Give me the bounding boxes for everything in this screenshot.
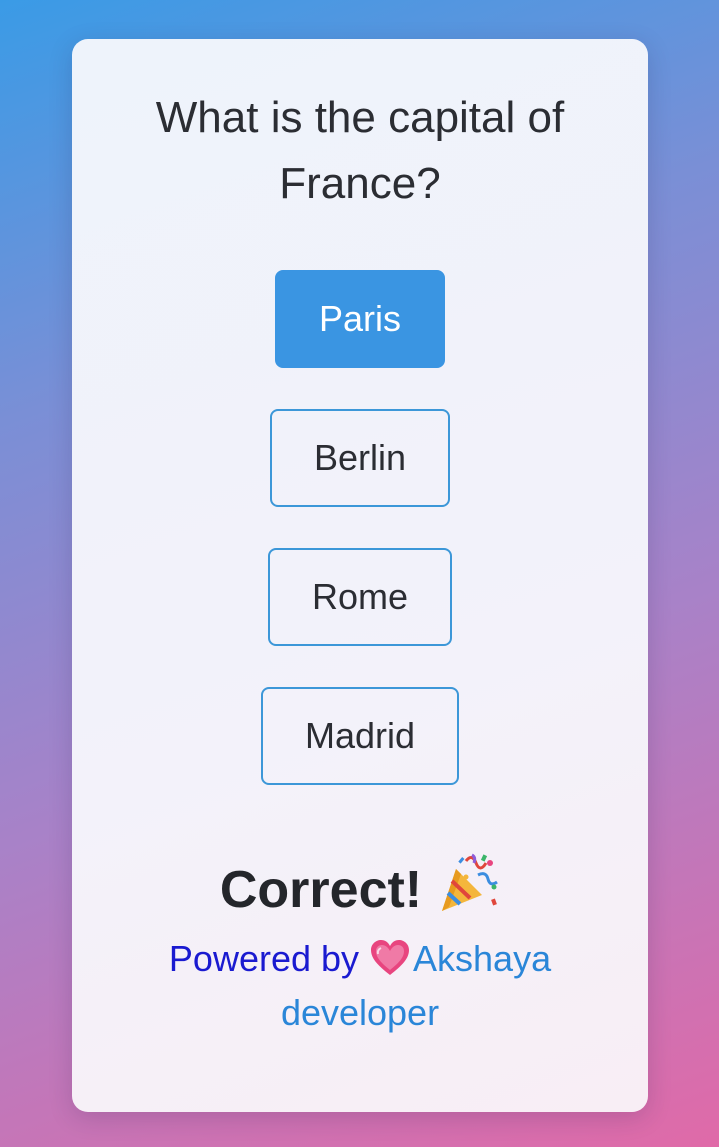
question-text: What is the capital of France? [155,93,565,208]
heart-icon [369,938,411,976]
answer-button-paris[interactable]: Paris [274,270,446,368]
answer-button-berlin[interactable]: Berlin [269,409,451,507]
result-text: Correct! [219,861,423,919]
quiz-card: What is the capital of France? Paris Ber… [72,39,648,1112]
powered-by-text: Powered by [168,938,360,979]
answer-list: Paris Berlin Rome Madrid [72,270,648,826]
party-popper-icon [436,851,500,915]
answer-button-rome[interactable]: Rome [267,548,453,646]
footer-credit: Powered by Akshaya developer [112,932,608,1040]
answer-button-madrid[interactable]: Madrid [260,687,460,785]
result-message: Correct! [72,851,648,925]
